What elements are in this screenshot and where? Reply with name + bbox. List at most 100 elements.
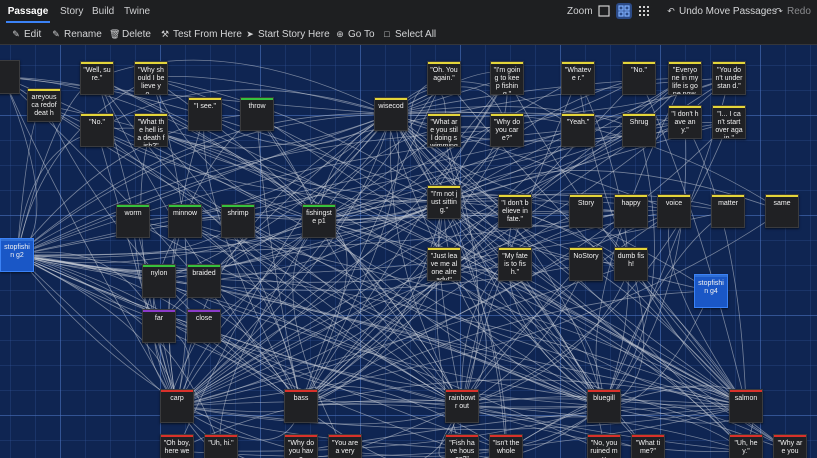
tab-passage[interactable]: Passage <box>6 0 50 23</box>
passage-link <box>168 113 206 407</box>
passage-tag-stripe <box>1 239 33 241</box>
passage-card[interactable]: "You are a very <box>328 434 362 458</box>
undo-button[interactable]: ↶ Undo Move Passages <box>666 0 777 23</box>
test-from-here-button[interactable]: ⚒ Test From Here <box>160 23 242 45</box>
passage-card[interactable]: "No." <box>80 113 114 147</box>
undo-icon: ↶ <box>667 6 675 16</box>
passage-tag-stripe <box>117 205 149 207</box>
passage-card[interactable]: Story <box>569 194 603 228</box>
passage-title: "I... I can't start over again." <box>715 111 743 139</box>
passage-card[interactable]: "Well, sure." <box>80 61 114 95</box>
start-story-here-button[interactable]: ➤ Start Story Here <box>245 23 329 45</box>
passage-tag-stripe <box>570 248 602 250</box>
passage-title: "What the hell is a death fish?" <box>137 119 165 147</box>
passage-title: rainbowtr out <box>448 395 476 410</box>
passage-card[interactable]: happy <box>614 194 648 228</box>
passage-tag-stripe <box>615 248 647 250</box>
passage-tag-stripe <box>161 390 193 392</box>
passage-card[interactable]: "Fish have houses?" <box>445 434 479 458</box>
rename-button[interactable]: ✎ Rename <box>51 23 102 45</box>
zoom-large-button[interactable] <box>596 3 612 19</box>
passage-card[interactable]: "Oh boy, here we <box>160 434 194 458</box>
zoom-medium-button[interactable] <box>616 3 632 19</box>
passage-tag-stripe <box>188 265 220 267</box>
passage-card[interactable]: "Why are you <box>773 434 807 458</box>
passage-card[interactable]: dumb fish! <box>614 247 648 281</box>
redo-button[interactable]: ↷ Redo <box>774 0 811 23</box>
passage-title: close <box>195 315 213 322</box>
passage-card[interactable]: stopfishin g4 <box>694 274 728 308</box>
passage-card[interactable]: "No, you ruined my <box>587 434 621 458</box>
passage-card[interactable]: "I don't believe in fate." <box>498 194 532 228</box>
passage-card[interactable]: same <box>765 194 799 228</box>
passage-card[interactable]: "Why do you care?" <box>490 113 524 147</box>
passage-card[interactable]: bass <box>284 389 318 423</box>
tab-twine[interactable]: Twine <box>124 0 150 23</box>
go-to-button[interactable]: ⊕ Go To <box>335 23 374 45</box>
passage-title: "Well, sure." <box>83 67 111 82</box>
passage-card[interactable]: nylon <box>142 264 176 298</box>
passage-card[interactable]: "Isn't the whole <box>489 434 523 458</box>
passage-tag-stripe <box>222 205 254 207</box>
zoom-small-button[interactable] <box>636 3 652 19</box>
passage-title: "I don't believe in fate." <box>501 200 529 223</box>
passage-card[interactable]: minnow <box>168 204 202 238</box>
passage-tag-stripe <box>491 62 523 64</box>
passage-card[interactable]: "I... I can't start over again." <box>712 105 746 139</box>
passage-title: Shrug <box>629 119 649 126</box>
passage-card[interactable]: "No." <box>622 61 656 95</box>
passage-link <box>300 405 463 458</box>
passage-card[interactable]: NoStory <box>569 247 603 281</box>
select-all-button[interactable]: □ Select All <box>382 23 436 45</box>
passage-card[interactable]: salmon <box>729 389 763 423</box>
passage-card[interactable]: carp <box>160 389 194 423</box>
story-map-canvas[interactable]: areyousca redofdeat h "Well, sure." "Why s… <box>0 45 817 458</box>
passage-card[interactable]: Shrug <box>622 113 656 147</box>
passage-card[interactable]: close <box>187 309 221 343</box>
passage-card[interactable]: "My fate is to fish." <box>498 247 532 281</box>
passage-card[interactable]: "I see." <box>188 97 222 131</box>
passage-card[interactable]: "Whateve r." <box>561 61 595 95</box>
passage-title: "You don't understan d." <box>715 67 743 90</box>
passage-card[interactable] <box>0 60 20 94</box>
passage-card[interactable]: "I'm not just sitting." <box>427 185 461 219</box>
passage-title: "Why should I believe yo… <box>137 67 165 95</box>
passage-card[interactable]: "Why do you have <box>284 434 318 458</box>
delete-button[interactable]: 🗑 Delete <box>109 23 151 45</box>
passage-card[interactable]: throw <box>240 97 274 131</box>
passage-title: minnow <box>172 210 198 217</box>
passage-card[interactable]: "What are you still doing swimming <box>427 113 461 147</box>
passage-card[interactable]: wisecod <box>374 97 408 131</box>
passage-card[interactable]: fishingste p1 <box>302 204 336 238</box>
passage-card[interactable]: "Yeah." <box>561 113 595 147</box>
passage-card[interactable]: stopfishin g2 <box>0 238 34 272</box>
passage-card[interactable]: matter <box>711 194 745 228</box>
passage-tag-stripe <box>562 62 594 64</box>
passage-title: salmon <box>734 395 758 402</box>
passage-card[interactable]: braided <box>187 264 221 298</box>
passage-tag-stripe <box>623 114 655 116</box>
passage-card[interactable]: "What time?" <box>631 434 665 458</box>
passage-card[interactable]: "Oh. You again." <box>427 61 461 95</box>
passage-card[interactable]: bluegill <box>587 389 621 423</box>
passage-card[interactable]: "I don't have any." <box>668 105 702 139</box>
passage-card[interactable]: "What the hell is a death fish?" <box>134 113 168 147</box>
passage-card[interactable]: "Uh, hey." <box>729 434 763 458</box>
tab-build[interactable]: Build <box>92 0 114 23</box>
passage-card[interactable]: shrimp <box>221 204 255 238</box>
tab-story[interactable]: Story <box>60 0 83 23</box>
passage-card[interactable]: worm <box>116 204 150 238</box>
edit-button[interactable]: ✎ Edit <box>11 23 41 45</box>
passage-card[interactable]: "Why should I believe yo… <box>134 61 168 95</box>
passage-card[interactable]: "I'm going to keep fishing." <box>490 61 524 95</box>
passage-card[interactable]: far <box>142 309 176 343</box>
passage-card[interactable]: areyousca redofdeat h <box>27 88 61 122</box>
passage-tag-stripe <box>669 106 701 108</box>
passage-card[interactable]: voice <box>657 194 691 228</box>
passage-card[interactable]: rainbowtr out <box>445 389 479 423</box>
passage-card[interactable]: "Everyone in my life is gone now. All <box>668 61 702 95</box>
passage-tag-stripe <box>329 435 361 437</box>
passage-card[interactable]: "Just leave me alone already!" <box>427 247 461 281</box>
passage-card[interactable]: "You don't understan d." <box>712 61 746 95</box>
passage-card[interactable]: "Uh, hi." <box>204 434 238 458</box>
